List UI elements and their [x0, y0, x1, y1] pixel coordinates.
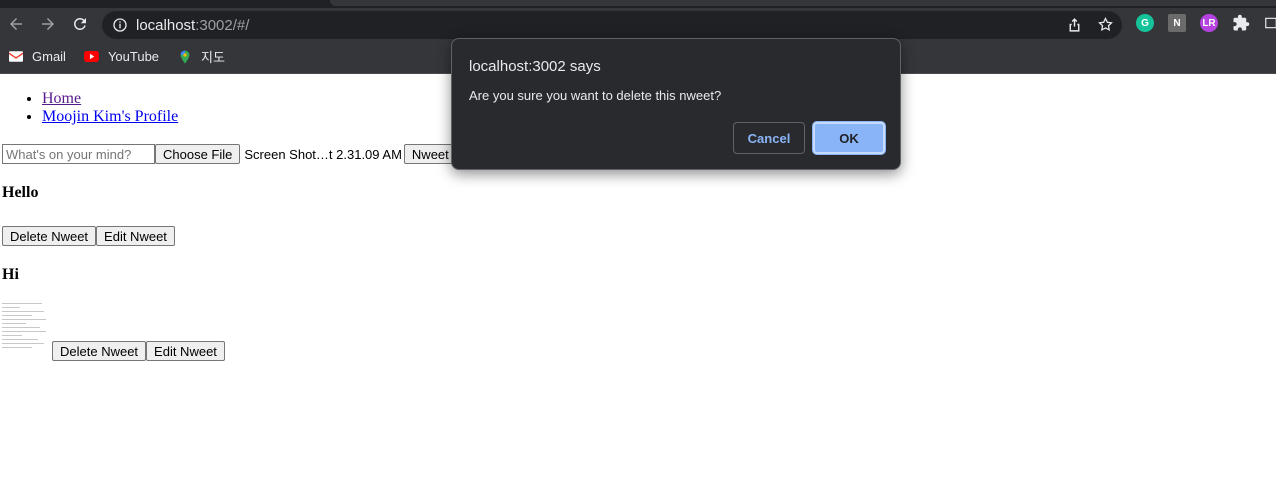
bookmark-gmail[interactable]: Gmail [8, 49, 66, 65]
browser-toolbar: localhost:3002/#/ G N LR [0, 8, 1276, 40]
puzzle-extensions-icon[interactable] [1232, 14, 1250, 32]
url-path: :3002/#/ [195, 16, 250, 34]
ok-button[interactable]: OK [813, 122, 885, 154]
address-bar[interactable]: localhost:3002/#/ [102, 11, 1122, 39]
nweet-attachment-image [2, 303, 48, 359]
reload-button[interactable] [68, 12, 92, 36]
reload-icon [73, 17, 86, 30]
nweet-text: Hi [2, 266, 19, 283]
edit-nweet-button[interactable]: Edit Nweet [146, 341, 225, 361]
forward-button[interactable] [36, 12, 60, 36]
n-extension-icon[interactable]: N [1168, 14, 1186, 32]
grammarly-extension-icon[interactable]: G [1136, 14, 1154, 32]
tab-strip [330, 0, 1276, 6]
delete-nweet-button[interactable]: Delete Nweet [2, 226, 97, 246]
gmail-icon [8, 49, 24, 65]
edit-nweet-button[interactable]: Edit Nweet [96, 226, 175, 246]
back-button[interactable] [4, 12, 28, 36]
nweet-form: What's on your mind? Choose File Screen … [2, 144, 457, 164]
maps-icon [177, 49, 193, 65]
delete-nweet-button[interactable]: Delete Nweet [52, 341, 147, 361]
bookmark-maps[interactable]: 지도 [177, 47, 225, 66]
choose-file-button[interactable]: Choose File [155, 144, 241, 164]
lr-extension-icon[interactable]: LR [1200, 14, 1218, 32]
nweet-actions: Delete Nweet Edit Nweet [52, 341, 225, 361]
info-icon[interactable] [112, 17, 128, 33]
confirm-dialog: localhost:3002 says Are you sure you wan… [451, 38, 901, 170]
extension-icons: G N LR [1136, 14, 1276, 32]
url-host: localhost [136, 16, 196, 34]
cancel-button[interactable]: Cancel [733, 122, 805, 154]
bookmark-star-icon[interactable] [1097, 16, 1114, 33]
bookmark-youtube[interactable]: YouTube [84, 49, 159, 65]
selected-file-name: Screen Shot…t 2.31.09 AM [244, 146, 402, 162]
nweet-actions: Delete Nweet Edit Nweet [2, 226, 175, 246]
nweet-text-input[interactable]: What's on your mind? [2, 144, 155, 164]
dialog-title: localhost:3002 says [469, 58, 601, 75]
nweet-submit-button[interactable]: Nweet [403, 144, 457, 164]
profile-link[interactable]: Moojin Kim's Profile [42, 108, 178, 125]
youtube-icon [84, 49, 100, 65]
forward-arrow-icon [42, 18, 54, 30]
dialog-message: Are you sure you want to delete this nwe… [469, 88, 722, 103]
nweet-text: Hello [2, 184, 39, 201]
home-link[interactable]: Home [42, 90, 81, 107]
side-panel-icon[interactable] [1264, 14, 1276, 32]
back-arrow-icon [10, 18, 22, 30]
share-icon[interactable] [1066, 16, 1083, 33]
